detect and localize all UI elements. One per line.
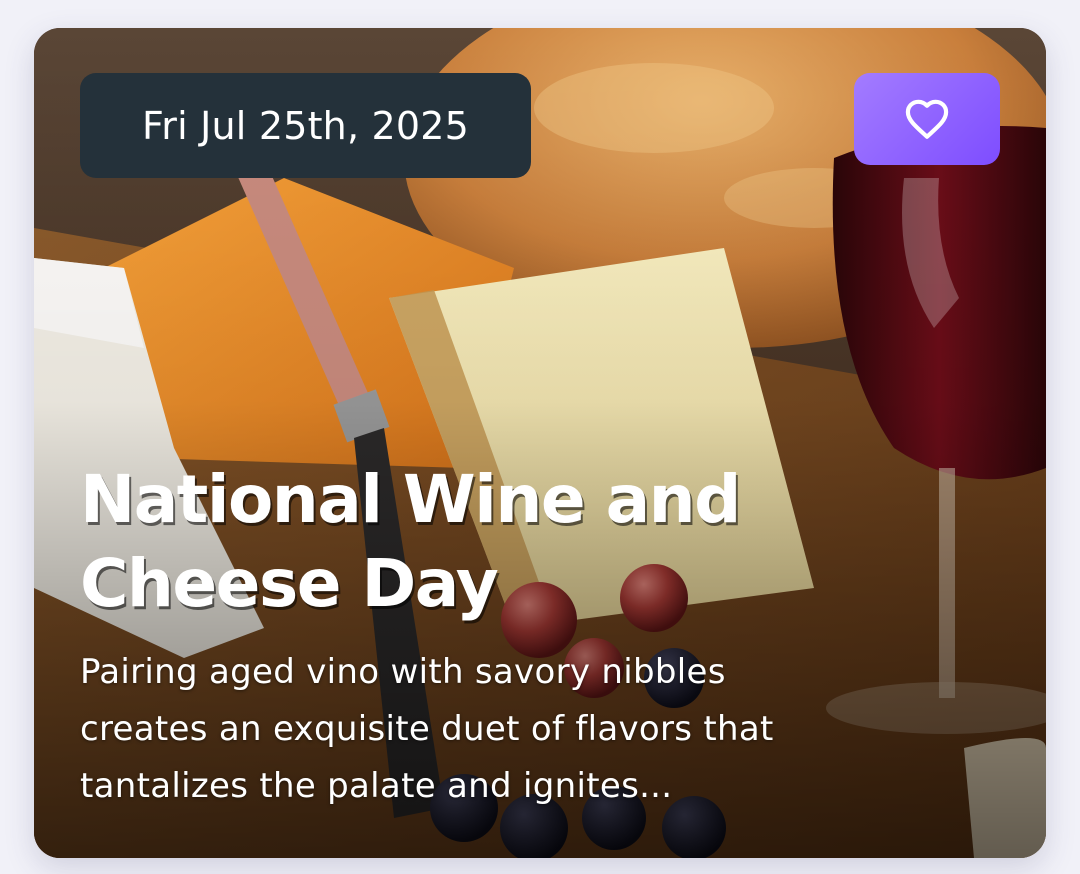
event-title: National Wine and Cheese Day bbox=[80, 458, 900, 626]
event-description-line-3: tantalizes the palate and ignites... bbox=[80, 766, 673, 806]
event-title-line-1: National Wine and bbox=[80, 461, 741, 538]
event-date-badge: Fri Jul 25th, 2025 bbox=[80, 73, 531, 178]
event-card[interactable]: Fri Jul 25th, 2025 National Wine and Che… bbox=[34, 28, 1046, 858]
event-description: Pairing aged vino with savory nibbles cr… bbox=[80, 644, 960, 815]
event-title-line-2: Cheese Day bbox=[80, 545, 499, 622]
heart-outline-icon bbox=[905, 99, 949, 139]
event-description-line-2: creates an exquisite duet of flavors tha… bbox=[80, 709, 774, 749]
event-date: Fri Jul 25th, 2025 bbox=[141, 103, 470, 148]
event-description-line-1: Pairing aged vino with savory nibbles bbox=[80, 652, 726, 692]
favorite-button[interactable] bbox=[854, 73, 1000, 165]
